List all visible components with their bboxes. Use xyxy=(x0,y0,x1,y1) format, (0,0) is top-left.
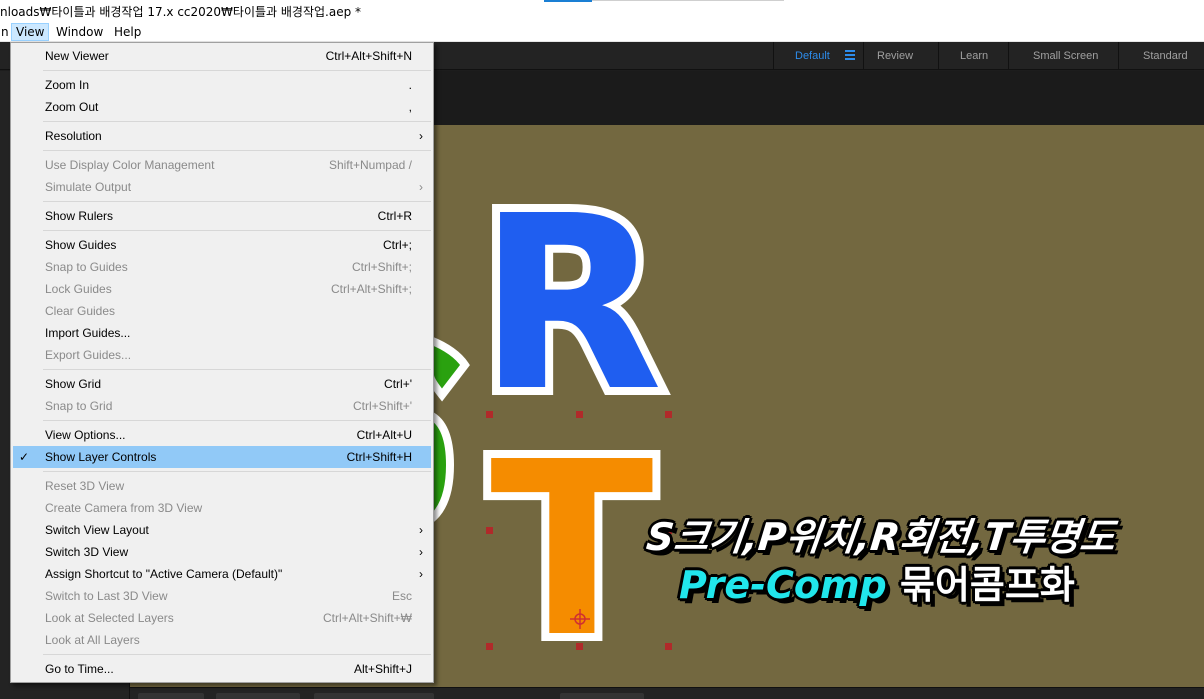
menu-item-snap-to-grid: Snap to Grid Ctrl+Shift+' xyxy=(45,399,412,413)
workspace-divider xyxy=(863,42,864,70)
menu-item-switch-last-3d-view: Switch to Last 3D View Esc xyxy=(45,589,412,603)
menu-item-new-viewer[interactable]: New Viewer Ctrl+Alt+Shift+N xyxy=(13,45,431,67)
submenu-arrow-icon: › xyxy=(419,567,423,581)
timecode-field[interactable] xyxy=(560,693,644,699)
workspace-small-screen[interactable]: Small Screen xyxy=(1033,50,1098,62)
menu-item-show-guides[interactable]: Show Guides Ctrl+; xyxy=(13,234,431,256)
submenu-arrow-icon: › xyxy=(419,523,423,537)
menu-item-reset-3d-view: Reset 3D View xyxy=(45,479,125,493)
view-menu-dropdown: New Viewer Ctrl+Alt+Shift+N Zoom In. Zoom… xyxy=(10,42,434,683)
menu-item-assign-shortcut[interactable]: Assign Shortcut to "Active Camera (Defau… xyxy=(13,563,431,585)
workspace-standard[interactable]: Standard xyxy=(1143,50,1188,62)
menu-separator xyxy=(43,654,431,655)
menubar-view[interactable]: View xyxy=(11,23,50,41)
submenu-arrow-icon: › xyxy=(419,129,423,143)
menu-item-switch-3d-view[interactable]: Switch 3D View › xyxy=(13,541,431,563)
letter-r: R xyxy=(478,164,663,444)
menu-separator xyxy=(43,121,431,122)
menu-item-create-camera: Create Camera from 3D View xyxy=(45,501,203,515)
checkmark-icon: ✓ xyxy=(19,450,30,464)
menu-separator xyxy=(43,201,431,202)
menu-item-snap-to-guides: Snap to Guides Ctrl+Shift+; xyxy=(45,260,412,274)
workspace-learn[interactable]: Learn xyxy=(960,50,988,62)
menu-item-display-color-management: Use Display Color Management Shift+Numpad… xyxy=(45,158,412,172)
workspace-divider xyxy=(1008,42,1009,70)
caption-line-2: Pre-Comp 묶어콤프화 xyxy=(679,554,1075,609)
green-letter-shape-top xyxy=(426,334,470,402)
workspace-review[interactable]: Review xyxy=(877,50,913,62)
viewer-footer-controls xyxy=(130,687,1204,699)
menu-item-export-guides: Export Guides... xyxy=(45,348,132,362)
title-bar: nloads₩타이틀과 배경작업 17.x cc2020₩타이틀과 배경작업.a… xyxy=(0,0,1204,22)
layer-handle xyxy=(486,643,493,650)
menubar-window[interactable]: Window xyxy=(52,23,107,41)
menubar-help[interactable]: Help xyxy=(110,23,145,41)
layer-handle xyxy=(665,411,672,418)
submenu-arrow-icon: › xyxy=(419,180,423,194)
menu-item-clear-guides: Clear Guides xyxy=(45,304,116,318)
workspace-divider xyxy=(1118,42,1119,70)
menu-item-look-at-all: Look at All Layers xyxy=(45,633,140,647)
title-accent-line xyxy=(544,0,592,2)
menu-item-show-grid[interactable]: Show Grid Ctrl+' xyxy=(13,373,431,395)
workspace-default[interactable]: Default xyxy=(795,50,830,62)
layer-handle xyxy=(486,411,493,418)
caption-line-1: S크기,P위치,R회전,T투명도 xyxy=(644,515,1118,559)
menu-item-show-layer-controls[interactable]: ✓ Show Layer Controls Ctrl+Shift+H xyxy=(13,446,431,468)
menu-item-zoom-out[interactable]: Zoom Out, xyxy=(13,96,431,118)
letter-t: T xyxy=(490,410,654,687)
menu-separator xyxy=(43,420,431,421)
workspace-divider xyxy=(938,42,939,70)
hamburger-icon[interactable] xyxy=(845,50,855,60)
menu-item-go-to-time[interactable]: Go to Time... Alt+Shift+J xyxy=(13,658,431,680)
menu-separator xyxy=(43,471,431,472)
layer-handle xyxy=(576,643,583,650)
menu-separator xyxy=(43,150,431,151)
window-title: nloads₩타이틀과 배경작업 17.x cc2020₩타이틀과 배경작업.a… xyxy=(0,5,362,19)
menu-separator xyxy=(43,230,431,231)
menu-item-show-rulers[interactable]: Show Rulers Ctrl+R xyxy=(13,205,431,227)
menu-item-resolution[interactable]: Resolution › xyxy=(13,125,431,147)
menu-item-switch-view-layout[interactable]: Switch View Layout › xyxy=(13,519,431,541)
workspace-divider xyxy=(773,42,774,70)
resolution-dropdown[interactable] xyxy=(216,693,300,699)
menu-bar: n View Window Help xyxy=(0,22,1204,42)
caption-highlight: Pre-Comp xyxy=(679,563,887,607)
menu-separator xyxy=(43,70,431,71)
submenu-arrow-icon: › xyxy=(419,545,423,559)
zoom-dropdown[interactable] xyxy=(138,693,204,699)
view-toggles[interactable] xyxy=(314,693,434,699)
menu-item-lock-guides: Lock Guides Ctrl+Alt+Shift+; xyxy=(45,282,412,296)
layer-handle xyxy=(486,527,493,534)
layer-handle xyxy=(576,411,583,418)
layer-handle xyxy=(665,643,672,650)
menu-item-import-guides[interactable]: Import Guides... xyxy=(13,322,431,344)
menu-separator xyxy=(43,369,431,370)
menu-item-simulate-output: Simulate Output › xyxy=(13,176,431,198)
menu-item-zoom-in[interactable]: Zoom In. xyxy=(13,74,431,96)
menu-item-look-at-selected: Look at Selected Layers Ctrl+Alt+Shift+₩ xyxy=(45,611,412,625)
menu-item-view-options[interactable]: View Options... Ctrl+Alt+U xyxy=(13,424,431,446)
caption-rest: 묶어콤프화 xyxy=(886,563,1075,607)
title-accent-line-2 xyxy=(592,0,784,1)
